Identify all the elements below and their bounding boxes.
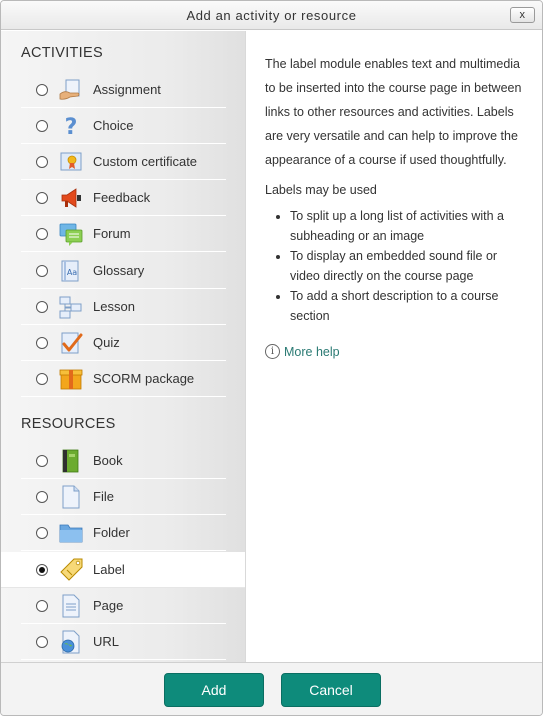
option-scorm-package[interactable]: SCORM package [21, 361, 226, 397]
option-folder[interactable]: Folder [21, 515, 226, 551]
option-label: Page [93, 598, 124, 613]
more-help-link[interactable]: i More help [265, 344, 340, 359]
option-url[interactable]: URL [21, 624, 226, 660]
cancel-button[interactable]: Cancel [281, 673, 381, 707]
glossary-icon: Aa [61, 260, 79, 282]
radio-label-resource[interactable] [36, 564, 48, 576]
radio-forum[interactable] [36, 228, 48, 240]
file-icon [62, 485, 80, 509]
option-page[interactable]: Page [21, 588, 226, 624]
option-file[interactable]: File [21, 479, 226, 515]
close-button[interactable]: x [510, 7, 535, 23]
help-bullet: To add a short description to a course s… [290, 286, 525, 326]
option-label: SCORM package [93, 371, 195, 386]
scorm-icon [59, 369, 83, 390]
option-label: Glossary [93, 263, 145, 278]
option-label: Assignment [93, 82, 161, 97]
option-label: Quiz [93, 335, 120, 350]
option-assignment[interactable]: Assignment [21, 72, 226, 108]
radio-feedback[interactable] [36, 192, 48, 204]
activities-heading: ACTIVITIES [21, 45, 103, 61]
svg-text:?: ? [65, 115, 78, 138]
radio-book[interactable] [36, 455, 48, 467]
help-panel: The label module enables text and multim… [247, 31, 542, 662]
radio-lesson[interactable] [36, 301, 48, 313]
help-bullet-list: To split up a long list of activities wi… [265, 206, 525, 326]
help-bullet: To split up a long list of activities wi… [290, 206, 525, 246]
module-list: ACTIVITIES Assignment ? Choice Custom ce… [1, 31, 246, 662]
dialog-title: Add an activity or resource [186, 8, 357, 23]
option-label: Feedback [93, 190, 151, 205]
option-lesson[interactable]: Lesson [21, 289, 226, 325]
forum-icon [59, 223, 83, 246]
help-bullet: To display an embedded sound file or vid… [290, 246, 525, 286]
option-label: Label [93, 562, 125, 577]
radio-page[interactable] [36, 600, 48, 612]
option-label: Custom certificate [93, 154, 198, 169]
radio-url[interactable] [36, 636, 48, 648]
option-custom-certificate[interactable]: Custom certificate [21, 144, 226, 180]
option-label: Folder [93, 525, 130, 540]
option-label: Book [93, 453, 123, 468]
lesson-icon [59, 296, 82, 319]
radio-choice[interactable] [36, 120, 48, 132]
assignment-icon [59, 79, 80, 100]
dialog-footer: Add Cancel [1, 662, 542, 715]
option-quiz[interactable]: Quiz [21, 325, 226, 361]
option-choice[interactable]: ? Choice [21, 108, 226, 144]
feedback-icon [61, 188, 81, 208]
option-feedback[interactable]: Feedback [21, 180, 226, 216]
option-glossary[interactable]: Aa Glossary [21, 253, 226, 289]
resources-heading: RESOURCES [21, 416, 116, 432]
radio-file[interactable] [36, 491, 48, 503]
option-forum[interactable]: Forum [21, 216, 226, 252]
radio-glossary[interactable] [36, 265, 48, 277]
add-activity-dialog: Add an activity or resource x ACTIVITIES… [0, 0, 543, 716]
quiz-icon [61, 332, 83, 354]
certificate-icon [60, 152, 82, 171]
option-label-resource[interactable]: Label [1, 552, 245, 588]
page-icon [62, 594, 80, 618]
dialog-titlebar: Add an activity or resource x [1, 1, 542, 30]
url-icon [61, 630, 80, 654]
help-description: The label module enables text and multim… [265, 57, 522, 167]
option-label: URL [93, 634, 120, 649]
close-icon: x [519, 9, 526, 21]
label-icon [60, 558, 83, 581]
radio-quiz[interactable] [36, 337, 48, 349]
radio-custom-certificate[interactable] [36, 156, 48, 168]
radio-assignment[interactable] [36, 84, 48, 96]
add-button[interactable]: Add [164, 673, 264, 707]
option-label: Choice [93, 118, 134, 133]
option-label: Lesson [93, 299, 135, 314]
help-used-heading: Labels may be used [265, 183, 377, 197]
option-label: File [93, 489, 114, 504]
option-book[interactable]: Book [21, 443, 226, 479]
option-label: Forum [93, 226, 131, 241]
book-icon [62, 449, 79, 473]
folder-icon [59, 524, 83, 543]
more-help-label: More help [284, 344, 340, 359]
radio-folder[interactable] [36, 527, 48, 539]
radio-scorm-package[interactable] [36, 373, 48, 385]
choice-icon: ? [65, 115, 78, 138]
svg-text:Aa: Aa [67, 268, 77, 277]
info-icon: i [265, 344, 280, 359]
